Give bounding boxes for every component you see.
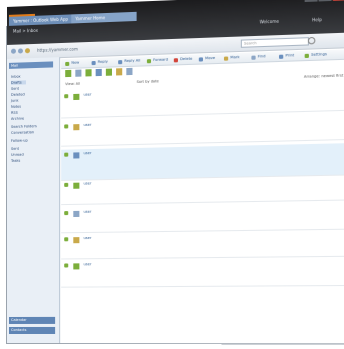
toolbar-button[interactable]: New: [71, 61, 79, 65]
avatar: [73, 237, 80, 244]
toolbar-icon: [91, 60, 96, 65]
toolbar-button[interactable]: Mark: [230, 55, 239, 59]
nav-item[interactable]: Inbox: [11, 75, 21, 79]
left-navigation: Mail Inbox Drafts Sent Deleted Junk Notes RSS A…: [6, 57, 61, 344]
welcome-link[interactable]: Welcome: [260, 19, 279, 25]
print-icon[interactable]: [126, 67, 133, 76]
message-row[interactable]: user: [61, 113, 344, 147]
mailbox-label: Mail > Inbox: [12, 27, 38, 34]
flag-icon[interactable]: [105, 68, 112, 76]
message-author[interactable]: user: [83, 123, 91, 127]
new-icon[interactable]: [65, 69, 72, 78]
toolbar-button[interactable]: Forward: [153, 57, 168, 62]
message-author[interactable]: user: [83, 236, 91, 240]
toolbar-button[interactable]: Print: [285, 53, 294, 57]
toolbar-button[interactable]: Reply: [98, 60, 108, 64]
nav-header: Mail: [8, 61, 54, 69]
avatar: [73, 263, 80, 270]
message-author[interactable]: user: [83, 262, 91, 266]
nav-item[interactable]: Sent: [11, 87, 19, 91]
nav-item[interactable]: Conversation: [11, 130, 34, 135]
avatar: [73, 182, 80, 189]
toolbar-button[interactable]: Find: [258, 54, 266, 58]
nav-item[interactable]: Junk: [11, 99, 18, 103]
tag-icon[interactable]: [116, 68, 123, 76]
nav-item[interactable]: Unread: [11, 153, 24, 157]
reply-icon[interactable]: [75, 69, 82, 77]
toolbar-button[interactable]: Delete: [180, 57, 192, 62]
home-icon[interactable]: [24, 48, 30, 54]
browser-window: Yammer : Outlook Web App Yammer Home Mai…: [6, 0, 344, 345]
tab-label: Yammer : Outlook Web App: [12, 16, 69, 24]
message-row[interactable]: user: [61, 230, 344, 260]
back-icon[interactable]: [10, 48, 16, 54]
avatar: [73, 152, 80, 159]
search-input[interactable]: Search: [240, 37, 309, 48]
nav-item[interactable]: Tasks: [11, 159, 20, 163]
star-icon[interactable]: [64, 152, 69, 157]
close-button[interactable]: [332, 0, 344, 1]
nav-item[interactable]: Archive: [11, 117, 24, 121]
toolbar-icon: [146, 58, 152, 63]
toolbar-button[interactable]: Move: [205, 56, 215, 60]
message-row[interactable]: user: [61, 257, 344, 288]
message-author[interactable]: user: [83, 151, 91, 155]
main-pane: New Reply Reply All Forward Delete Move Mark Fi…: [61, 47, 344, 344]
toolbar-icon: [118, 59, 123, 64]
toolbar-icon: [198, 56, 203, 62]
arrange-filter[interactable]: Arrange: newest first: [304, 73, 344, 78]
star-icon[interactable]: [64, 211, 69, 216]
avatar: [73, 124, 80, 131]
message-author[interactable]: user: [83, 92, 91, 96]
star-icon[interactable]: [64, 263, 69, 268]
nav-calendar[interactable]: Calendar: [8, 316, 56, 324]
message-row[interactable]: user: [61, 203, 344, 234]
nav-item[interactable]: Drafts: [10, 80, 26, 85]
toolbar-button[interactable]: Settings: [311, 52, 327, 57]
nav-item[interactable]: Follow-up: [11, 138, 28, 142]
nav-item[interactable]: Sent: [11, 147, 19, 151]
avatar: [73, 93, 80, 101]
star-icon[interactable]: [64, 182, 69, 187]
message-author[interactable]: user: [83, 181, 91, 185]
nav-item[interactable]: RSS: [11, 111, 18, 115]
star-icon[interactable]: [64, 124, 69, 129]
search-icon[interactable]: [307, 36, 316, 45]
toolbar-button[interactable]: Reply All: [124, 58, 140, 63]
toolbar-icon: [304, 53, 309, 58]
nav-item[interactable]: Deleted: [11, 92, 25, 96]
maximize-button[interactable]: [318, 0, 332, 2]
minimize-button[interactable]: [304, 0, 318, 3]
star-icon[interactable]: [64, 94, 69, 99]
app-screenshot: Yammer : Outlook Web App Yammer Home Mai…: [0, 0, 344, 349]
toolbar-icon: [278, 54, 284, 59]
message-author[interactable]: user: [83, 210, 91, 214]
star-icon[interactable]: [64, 237, 69, 242]
forward-icon[interactable]: [17, 48, 23, 54]
tab-label: Yammer Home: [75, 15, 106, 22]
nav-item[interactable]: Notes: [11, 105, 21, 109]
nav-contacts[interactable]: Contacts: [8, 326, 56, 334]
avatar: [73, 210, 80, 218]
view-filter[interactable]: View: All: [65, 82, 80, 86]
move-icon[interactable]: [95, 68, 102, 77]
forward-icon[interactable]: [85, 69, 92, 77]
help-link[interactable]: Help: [312, 17, 322, 23]
address-field[interactable]: https://yammer.com: [37, 46, 78, 52]
toolbar-icon: [65, 61, 70, 66]
message-row[interactable]: user: [61, 174, 344, 206]
sort-filter[interactable]: Sort by date: [137, 79, 159, 84]
nav-item[interactable]: Search Folders: [11, 124, 37, 129]
toolbar-icon: [251, 55, 256, 60]
toolbar-icon: [223, 55, 229, 61]
toolbar-icon: [173, 57, 178, 62]
